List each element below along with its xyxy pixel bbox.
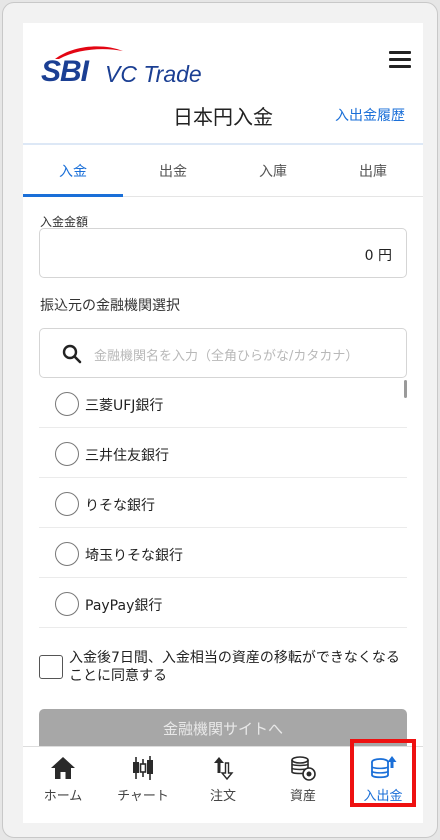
go-to-bank-site-button[interactable]: 金融機関サイトへ <box>39 709 407 749</box>
logo-sbi-text: SBI <box>41 55 89 88</box>
radio-button[interactable] <box>55 442 79 466</box>
candlestick-chart-icon <box>133 756 153 780</box>
radio-button[interactable] <box>55 592 79 616</box>
nav-assets[interactable]: 資産 <box>263 747 343 823</box>
bank-name: 三井住友銀行 <box>85 448 169 464</box>
tab-withdraw[interactable]: 出金 <box>123 151 223 196</box>
coins-icon <box>291 756 316 781</box>
nav-label: 資産 <box>289 789 316 804</box>
radio-button[interactable] <box>55 492 79 516</box>
logo-vc-trade-text: VC Trade <box>105 61 202 87</box>
tab-bar: 入金 出金 入庫 出庫 <box>23 151 423 197</box>
radio-button[interactable] <box>55 392 79 416</box>
device-frame: SBI VC Trade 日本円入金 入出金履歴 入金 出金 入庫 出庫 入金金… <box>2 2 438 838</box>
sbi-vc-trade-logo: SBI VC Trade <box>41 45 211 95</box>
agreement-text: 入金後7日間、入金相当の資産の移転ができなくなることに同意する <box>69 650 400 684</box>
bank-option-resona[interactable]: りそな銀行 <box>39 478 407 528</box>
search-icon <box>62 344 82 364</box>
hamburger-menu-icon[interactable] <box>389 51 411 69</box>
bank-select-label: 振込元の金融機関選択 <box>40 298 180 314</box>
nav-home[interactable]: ホーム <box>23 747 103 823</box>
nav-label: チャート <box>117 789 169 804</box>
bank-option-mufg[interactable]: 三菱UFJ銀行 <box>39 378 407 428</box>
deposit-withdraw-icon <box>371 756 397 779</box>
bank-option-paypay[interactable]: PayPay銀行 <box>39 578 407 628</box>
bank-name: りそな銀行 <box>85 498 155 514</box>
app-screen: SBI VC Trade 日本円入金 入出金履歴 入金 出金 入庫 出庫 入金金… <box>23 23 423 823</box>
bank-name: PayPay銀行 <box>85 598 163 614</box>
radio-button[interactable] <box>55 542 79 566</box>
bank-search-input[interactable]: 金融機関名を入力（全角ひらがな/カタカナ） <box>39 328 407 378</box>
nav-deposit-withdraw[interactable]: 入出金 <box>343 747 423 823</box>
bank-option-smbc[interactable]: 三井住友銀行 <box>39 428 407 478</box>
nav-order[interactable]: 注文 <box>183 747 263 823</box>
nav-label: 入出金 <box>363 789 403 804</box>
agreement-row: 入金後7日間、入金相当の資産の移転ができなくなることに同意する <box>39 649 407 689</box>
search-placeholder: 金融機関名を入力（全角ひらがな/カタカナ） <box>94 349 359 364</box>
nav-label: 注文 <box>209 789 236 804</box>
header-divider <box>23 143 423 145</box>
agreement-checkbox[interactable] <box>39 655 63 679</box>
tab-crypto-out[interactable]: 出庫 <box>323 151 423 196</box>
nav-chart[interactable]: チャート <box>103 747 183 823</box>
bank-option-saitama-resona[interactable]: 埼玉りそな銀行 <box>39 528 407 578</box>
deposit-history-link[interactable]: 入出金履歴 <box>335 105 405 125</box>
home-icon <box>51 757 75 779</box>
bottom-navigation: ホーム チャート 注文 資産 入出金 <box>23 746 423 823</box>
bank-list: 三菱UFJ銀行 三井住友銀行 りそな銀行 埼玉りそな銀行 PayPay銀行 <box>39 378 407 646</box>
order-arrows-icon <box>214 757 234 781</box>
tab-crypto-in[interactable]: 入庫 <box>223 151 323 196</box>
bank-name: 埼玉りそな銀行 <box>85 548 183 564</box>
amount-input[interactable]: 0 円 <box>39 228 407 278</box>
amount-value: 0 円 <box>364 248 392 264</box>
nav-label: ホーム <box>43 789 83 804</box>
tab-deposit[interactable]: 入金 <box>23 151 123 197</box>
bank-name: 三菱UFJ銀行 <box>85 398 164 414</box>
